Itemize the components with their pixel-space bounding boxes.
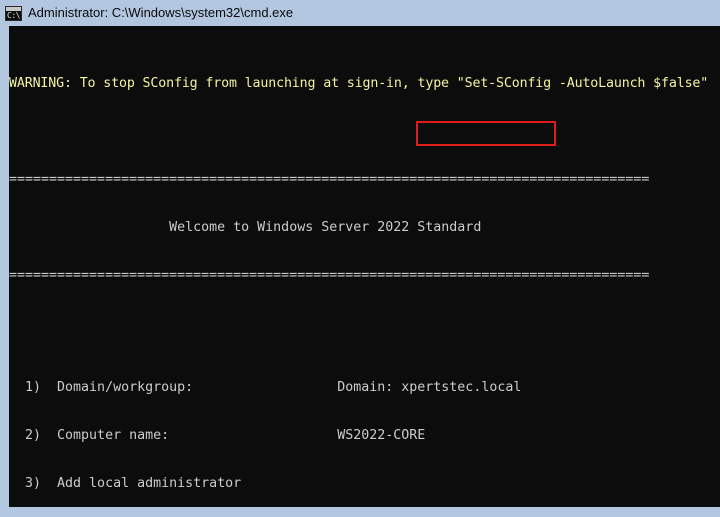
- welcome-heading: Welcome to Windows Server 2022 Standard: [9, 220, 482, 235]
- window-title: Administrator: C:\Windows\system32\cmd.e…: [28, 5, 294, 20]
- title-bar[interactable]: C:\. Administrator: C:\Windows\system32\…: [0, 0, 720, 26]
- console-output-area[interactable]: WARNING: To stop SConfig from launching …: [9, 26, 720, 507]
- spacer-line-1: [9, 124, 720, 140]
- rule-bottom: ========================================…: [9, 268, 650, 283]
- menu-item-1[interactable]: 1) Domain/workgroup: Domain: xpertstec.l…: [9, 380, 720, 396]
- menu-item-3[interactable]: 3) Add local administrator: [9, 476, 720, 492]
- warning-line: WARNING: To stop SConfig from launching …: [9, 76, 709, 91]
- menu-item-2[interactable]: 2) Computer name: WS2022-CORE: [9, 428, 720, 444]
- cmd-window: C:\. Administrator: C:\Windows\system32\…: [0, 0, 720, 517]
- cmd-console-icon: C:\.: [5, 5, 22, 21]
- spacer-line-2: [9, 316, 720, 332]
- console-text: WARNING: To stop SConfig from launching …: [9, 26, 720, 507]
- cmd-icon-glyph: C:\.: [7, 10, 21, 20]
- rule-top: ========================================…: [9, 172, 650, 187]
